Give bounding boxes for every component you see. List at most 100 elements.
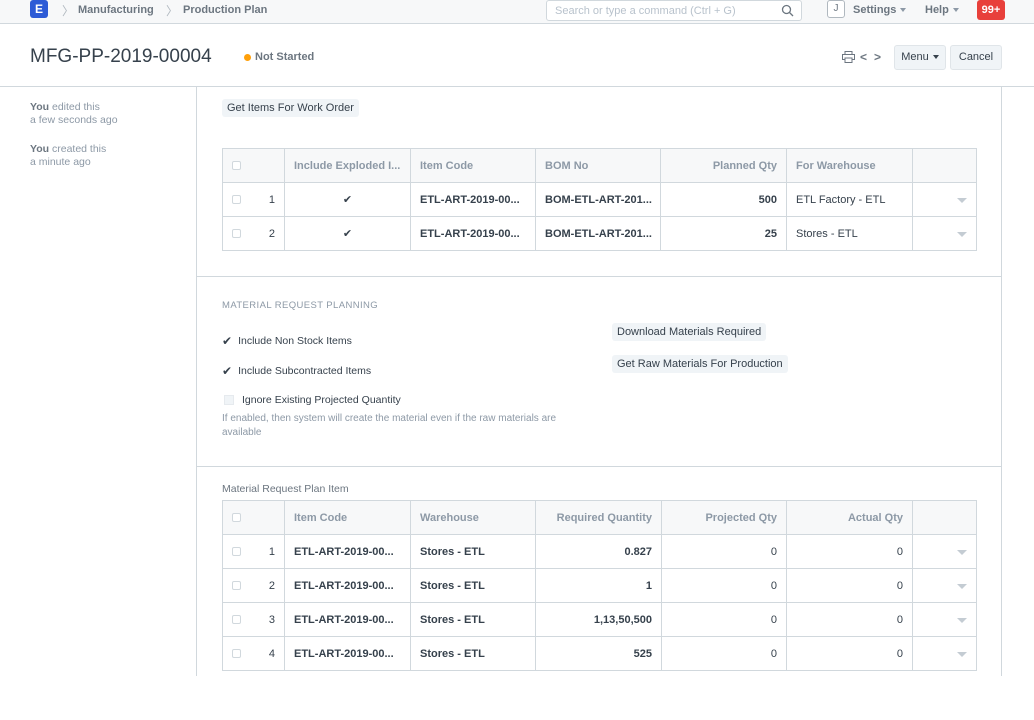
checkbox-label: Include Subcontracted Items [238,365,372,377]
actual-qty-cell[interactable]: 0 [786,568,913,603]
menu-button[interactable]: Menu [894,45,946,70]
checkmark-icon: ✔ [222,334,233,348]
timeline-user: You [30,143,50,155]
actual-qty-cell[interactable]: 0 [786,602,913,637]
warehouse-cell[interactable]: Stores - ETL [410,568,536,603]
row-index: 2 [268,579,275,592]
row-checkbox[interactable] [232,615,241,625]
caret-down-icon [932,55,939,60]
row-edit-caret-icon[interactable] [957,617,967,623]
next-doc-icon[interactable]: > [874,50,881,64]
exploded-check-icon[interactable]: ✔ [284,216,411,251]
row-edit-caret-icon[interactable] [957,583,967,589]
row-checkbox[interactable] [232,581,241,591]
unchecked-box[interactable] [224,395,234,405]
ignore-projected-checkbox[interactable]: Ignore Existing Projected Quantity [224,394,401,406]
required-qty-cell[interactable]: 0.827 [535,534,662,569]
required-qty-cell[interactable]: 1,13,50,500 [535,602,662,637]
breadcrumb-production-plan[interactable]: Production Plan [183,4,267,16]
required-qty-cell[interactable]: 1 [535,568,662,603]
column-header: Warehouse [410,500,536,535]
actual-qty-cell[interactable]: 0 [786,534,913,569]
breadcrumb-manufacturing[interactable]: Manufacturing [78,4,154,16]
row-edit-caret-icon[interactable] [957,197,967,203]
item-code-cell[interactable]: ETL-ART-2019-00... [284,602,411,637]
timeline-action: edited this [49,101,100,113]
section-divider [196,276,1002,277]
checkbox-label: Ignore Existing Projected Quantity [242,394,401,406]
include-subcontracted-checkbox[interactable]: ✔ Include Subcontracted Items [222,364,371,378]
row-edit-caret-icon[interactable] [957,231,967,237]
row-edit-caret-icon[interactable] [957,549,967,555]
column-header: For Warehouse [786,148,913,183]
item-code-cell[interactable]: ETL-ART-2019-00... [284,636,411,671]
app-logo[interactable]: E [30,0,48,18]
warehouse-cell[interactable]: Stores - ETL [410,602,536,637]
bom-no-cell[interactable]: BOM-ETL-ART-201... [535,216,661,251]
previous-doc-icon[interactable]: < [860,50,867,64]
material-request-table: Item Code Warehouse Required Quantity Pr… [222,500,977,671]
table-header-row: Item Code Warehouse Required Quantity Pr… [222,500,977,535]
timeline-time: a few seconds ago [30,114,118,126]
chevron-right-icon: 〉 [62,4,75,18]
warehouse-cell[interactable]: ETL Factory - ETL [786,182,913,217]
timeline-item: You created this a minute ago [30,143,106,169]
item-code-cell[interactable]: ETL-ART-2019-00... [284,568,411,603]
column-header: Required Quantity [535,500,662,535]
help-label: Help [925,4,949,16]
warehouse-cell[interactable]: Stores - ETL [410,636,536,671]
column-header: Actual Qty [786,500,913,535]
planned-qty-cell[interactable]: 25 [660,216,787,251]
get-items-button[interactable]: Get Items For Work Order [222,99,359,117]
notifications-badge[interactable]: 99+ [977,0,1005,20]
include-non-stock-checkbox[interactable]: ✔ Include Non Stock Items [222,334,352,348]
item-code-cell[interactable]: ETL-ART-2019-00... [284,534,411,569]
table-row[interactable]: 1 ETL-ART-2019-00... Stores - ETL 0.827 … [222,534,977,569]
projected-qty-cell[interactable]: 0 [661,636,787,671]
warehouse-cell[interactable]: Stores - ETL [786,216,913,251]
row-checkbox[interactable] [232,547,241,557]
search-icon[interactable] [781,4,794,17]
table-row[interactable]: 2 ETL-ART-2019-00... Stores - ETL 1 0 0 [222,568,977,603]
item-code-cell[interactable]: ETL-ART-2019-00... [410,182,536,217]
projected-qty-cell[interactable]: 0 [661,602,787,637]
bom-no-cell[interactable]: BOM-ETL-ART-201... [535,182,661,217]
column-header: Include Exploded I... [284,148,411,183]
print-icon[interactable] [842,51,855,63]
warehouse-cell[interactable]: Stores - ETL [410,534,536,569]
row-index: 3 [268,613,275,626]
row-checkbox[interactable] [232,195,241,205]
table-row[interactable]: 1 ✔ ETL-ART-2019-00... BOM-ETL-ART-201..… [222,182,977,217]
planned-qty-cell[interactable]: 500 [660,182,787,217]
settings-dropdown[interactable]: Settings [853,4,907,16]
user-avatar[interactable]: J [827,0,845,18]
search-input[interactable] [555,4,777,17]
actual-qty-cell[interactable]: 0 [786,636,913,671]
get-raw-materials-button[interactable]: Get Raw Materials For Production [612,355,788,373]
menu-label: Menu [901,51,929,63]
row-checkbox[interactable] [232,649,241,659]
item-code-cell[interactable]: ETL-ART-2019-00... [410,216,536,251]
row-index: 2 [268,227,275,240]
table-row[interactable]: 2 ✔ ETL-ART-2019-00... BOM-ETL-ART-201..… [222,216,977,251]
row-edit-caret-icon[interactable] [957,651,967,657]
projected-qty-cell[interactable]: 0 [661,534,787,569]
page-title: MFG-PP-2019-00004 [30,46,212,67]
column-header: Item Code [284,500,411,535]
table-header-row: Include Exploded I... Item Code BOM No P… [222,148,977,183]
cancel-button[interactable]: Cancel [950,45,1002,70]
help-dropdown[interactable]: Help [925,4,959,16]
row-checkbox[interactable] [232,229,241,239]
download-materials-button[interactable]: Download Materials Required [612,323,767,341]
projected-qty-cell[interactable]: 0 [661,568,787,603]
timeline-user: You [30,101,50,113]
row-index: 1 [268,545,275,558]
select-all-checkbox[interactable] [232,161,241,171]
select-all-checkbox[interactable] [232,513,241,523]
awesome-bar[interactable] [546,0,802,21]
table-row[interactable]: 3 ETL-ART-2019-00... Stores - ETL 1,13,5… [222,602,977,637]
ignore-projected-help: If enabled, then system will create the … [222,412,556,440]
table-row[interactable]: 4 ETL-ART-2019-00... Stores - ETL 525 0 … [222,636,977,671]
required-qty-cell[interactable]: 525 [535,636,662,671]
exploded-check-icon[interactable]: ✔ [284,182,411,217]
